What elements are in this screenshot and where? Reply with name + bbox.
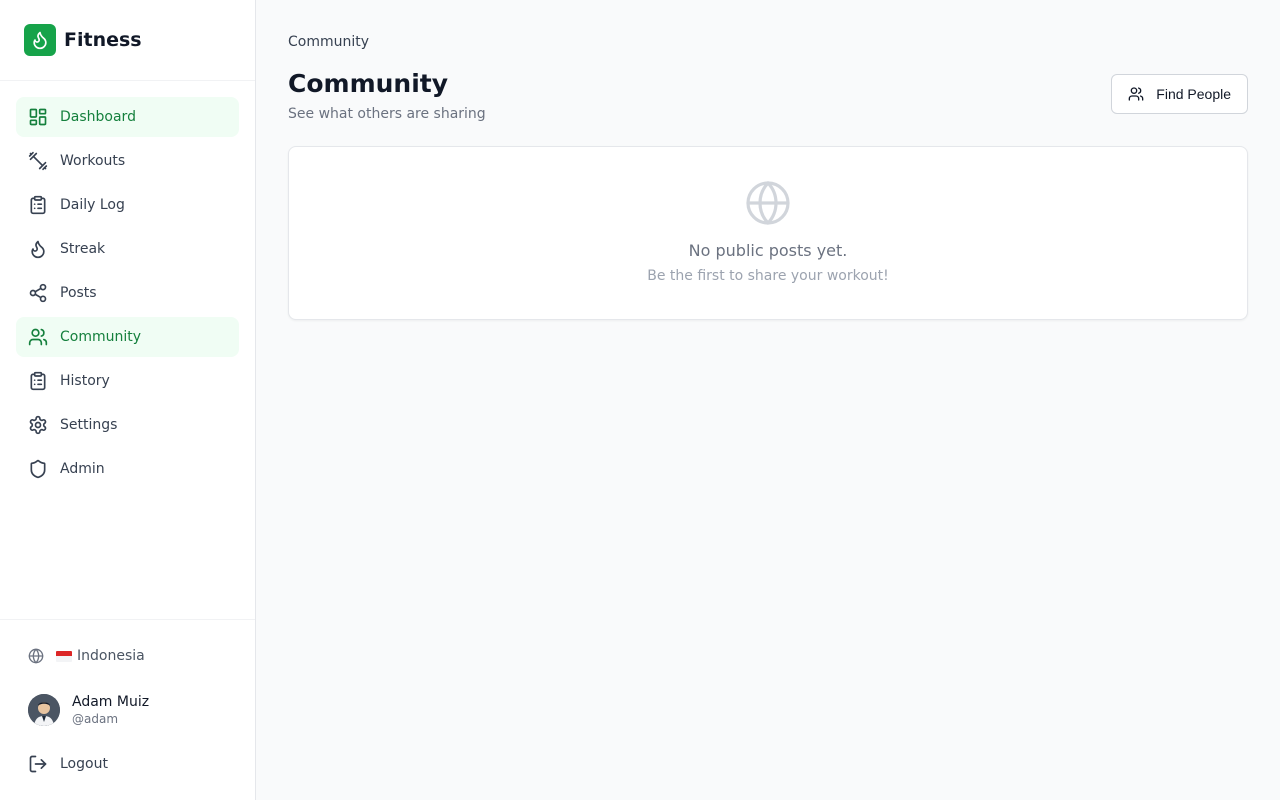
- logout-button[interactable]: Logout: [16, 744, 239, 784]
- main-content: Community Community See what others are …: [256, 0, 1280, 800]
- language-label: Indonesia: [77, 648, 145, 664]
- clipboard-icon: [28, 195, 48, 215]
- page-header: Community See what others are sharing Fi…: [288, 68, 1248, 122]
- sidebar-item-label: Community: [60, 329, 142, 345]
- indonesia-flag-icon: [56, 650, 72, 662]
- sidebar: Fitness Dashboard Workouts Daily Log Str…: [0, 0, 256, 800]
- page-subtitle: See what others are sharing: [288, 106, 486, 122]
- dashboard-icon: [28, 107, 48, 127]
- empty-state-subtitle: Be the first to share your workout!: [647, 268, 889, 284]
- logout-icon: [28, 754, 48, 774]
- find-people-button[interactable]: Find People: [1111, 74, 1248, 114]
- sidebar-item-history[interactable]: History: [16, 361, 239, 401]
- breadcrumb[interactable]: Community: [288, 32, 1248, 52]
- brand[interactable]: Fitness: [0, 0, 255, 81]
- sidebar-item-admin[interactable]: Admin: [16, 449, 239, 489]
- page-heading: Community See what others are sharing: [288, 68, 486, 122]
- sidebar-item-label: History: [60, 373, 110, 389]
- sidebar-item-label: Settings: [60, 417, 118, 433]
- language-selector[interactable]: Indonesia: [16, 636, 239, 676]
- sidebar-item-settings[interactable]: Settings: [16, 405, 239, 445]
- sidebar-item-label: Admin: [60, 461, 105, 477]
- brand-name: Fitness: [64, 29, 142, 51]
- sidebar-item-dashboard[interactable]: Dashboard: [16, 97, 239, 137]
- globe-icon: [28, 648, 44, 664]
- user-profile[interactable]: Adam Muiz @adam: [16, 682, 239, 738]
- dumbbell-icon: [28, 151, 48, 171]
- avatar: [28, 694, 60, 726]
- shield-icon: [28, 459, 48, 479]
- empty-state-title: No public posts yet.: [688, 241, 848, 260]
- users-icon: [1128, 86, 1144, 102]
- app-root: Fitness Dashboard Workouts Daily Log Str…: [0, 0, 1280, 800]
- sidebar-item-streak[interactable]: Streak: [16, 229, 239, 269]
- sidebar-item-label: Daily Log: [60, 197, 125, 213]
- sidebar-footer: Indonesia Adam Muiz @adam Logout: [0, 619, 255, 800]
- user-name: Adam Muiz: [72, 694, 150, 710]
- sidebar-item-label: Posts: [60, 285, 97, 301]
- sidebar-item-workouts[interactable]: Workouts: [16, 141, 239, 181]
- sidebar-item-label: Workouts: [60, 153, 126, 169]
- user-info: Adam Muiz @adam: [72, 694, 149, 726]
- gear-icon: [28, 415, 48, 435]
- sidebar-item-daily-log[interactable]: Daily Log: [16, 185, 239, 225]
- globe-icon: [744, 179, 792, 227]
- users-icon: [28, 327, 48, 347]
- flame-icon: [33, 31, 47, 50]
- empty-state-card: No public posts yet. Be the first to sha…: [288, 146, 1248, 320]
- brand-logo: [24, 24, 56, 56]
- user-handle: @adam: [72, 712, 119, 726]
- logout-label: Logout: [60, 756, 108, 772]
- clipboard-list-icon: [28, 371, 48, 391]
- find-people-label: Find People: [1156, 86, 1231, 102]
- page-title: Community: [288, 69, 449, 98]
- sidebar-item-community[interactable]: Community: [16, 317, 239, 357]
- sidebar-item-label: Dashboard: [60, 109, 136, 125]
- sidebar-item-posts[interactable]: Posts: [16, 273, 239, 313]
- share-icon: [28, 283, 48, 303]
- sidebar-item-label: Streak: [60, 241, 106, 257]
- sidebar-nav: Dashboard Workouts Daily Log Streak Post…: [0, 81, 255, 619]
- flame-icon: [28, 239, 48, 259]
